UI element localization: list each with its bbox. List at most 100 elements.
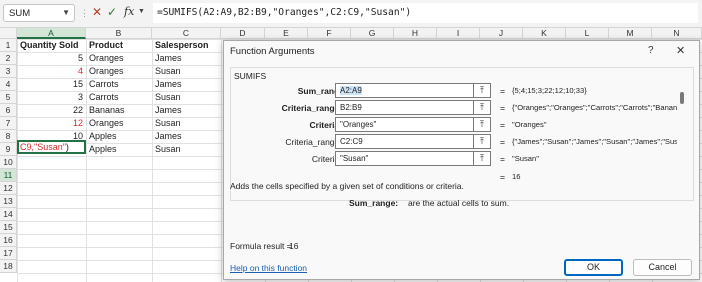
quantity-cell[interactable]: 22 [17, 104, 86, 117]
column-header-f[interactable]: F [308, 28, 351, 39]
criteria-range1-input[interactable]: B2:B9 [335, 100, 474, 115]
argument-input-text: A2:A9 [340, 86, 362, 95]
active-cell-a11[interactable]: C9,"Susan") [17, 140, 86, 154]
column-header-h[interactable]: H [394, 28, 437, 39]
column-header-a[interactable]: A [17, 28, 86, 39]
column-header-i[interactable]: I [437, 28, 480, 39]
product-cell[interactable]: Bananas [86, 104, 152, 117]
argument-value: {"Oranges";"Oranges";"Carrots";"Carrots"… [512, 103, 677, 112]
product-cell[interactable]: Apples [86, 130, 152, 143]
row-header[interactable]: 8 [0, 130, 17, 143]
criteria-range2-input[interactable]: C2:C9 [335, 134, 474, 149]
quantity-cell[interactable]: 4 [17, 65, 86, 78]
row-header[interactable]: 18 [0, 260, 17, 273]
argument-description-label: Sum_range: [349, 198, 399, 208]
equals-sign: = [500, 86, 505, 96]
column-header-d[interactable]: D [221, 28, 265, 39]
criteria2-input[interactable]: "Susan" [335, 151, 474, 166]
sum-range-input[interactable]: A2:A9 [335, 83, 474, 98]
salesperson-cell[interactable]: Susan [152, 117, 221, 130]
criteria1-input[interactable]: "Oranges" [335, 117, 474, 132]
equals-sign: = [500, 120, 505, 130]
active-cell-text: ) [65, 142, 69, 152]
product-cell[interactable]: Oranges [86, 52, 152, 65]
salesperson-cell[interactable]: James [152, 78, 221, 91]
function-arguments-dialog: Function Arguments ? ✕ SUMIFS Sum_range … [223, 40, 700, 280]
row-header[interactable]: 14 [0, 208, 17, 221]
row-header[interactable]: 3 [0, 65, 17, 78]
row-header[interactable]: 4 [0, 78, 17, 91]
close-icon[interactable]: ✕ [676, 44, 685, 57]
product-cell[interactable]: Carrots [86, 78, 152, 91]
salesperson-cell[interactable]: James [152, 52, 221, 65]
column-header-k[interactable]: K [523, 28, 566, 39]
formula-input[interactable]: =SUMIFS(A2:A9,B2:B9,"Oranges",C2:C9,"Sus… [153, 3, 698, 23]
column-header-l[interactable]: L [566, 28, 609, 39]
row-header[interactable]: 12 [0, 182, 17, 195]
row-header[interactable]: 15 [0, 221, 17, 234]
column-header-m[interactable]: M [609, 28, 652, 39]
row-header[interactable]: 6 [0, 104, 17, 117]
equals-sign: = [500, 103, 505, 113]
column-header-j[interactable]: J [480, 28, 523, 39]
collapse-ref-icon[interactable]: ⤒ [474, 100, 491, 115]
collapse-ref-icon[interactable]: ⤒ [474, 151, 491, 166]
salesperson-cell[interactable]: Susan [152, 65, 221, 78]
help-link[interactable]: Help on this function [230, 263, 307, 273]
collapse-ref-icon[interactable]: ⤒ [474, 117, 491, 132]
column-header-e[interactable]: E [265, 28, 308, 39]
argument-row-criteria-range2: Criteria_range2 C2:C9 ⤒ = {"James";"Susa… [231, 134, 691, 151]
scrollbar-thumb[interactable] [680, 92, 684, 104]
product-cell[interactable]: Carrots [86, 91, 152, 104]
row-header-selected[interactable]: 11 [0, 169, 17, 182]
ok-button[interactable]: OK [564, 259, 623, 276]
active-cell-content: C9,"Susan") [20, 142, 69, 153]
row-header[interactable]: 9 [0, 143, 17, 156]
collapse-ref-icon[interactable]: ⤒ [474, 83, 491, 98]
x-icon[interactable]: ✕ [92, 5, 102, 19]
insert-function-button[interactable]: fx [124, 5, 134, 18]
salesperson-cell[interactable]: James [152, 104, 221, 117]
salesperson-cell[interactable]: James [152, 130, 221, 143]
equals-sign: = [500, 137, 505, 147]
active-cell-text-red: C9,"Susan" [20, 142, 66, 152]
function-name: SUMIFS [234, 71, 267, 81]
formula-result-value: 16 [289, 241, 299, 251]
product-cell[interactable]: Oranges [86, 117, 152, 130]
header-cell[interactable]: Product [86, 39, 152, 52]
row-header[interactable]: 10 [0, 156, 17, 169]
salesperson-cell[interactable]: Susan [152, 91, 221, 104]
row-header[interactable]: 1 [0, 39, 17, 52]
quantity-cell[interactable]: 5 [17, 52, 86, 65]
chevron-down-icon[interactable]: ▼ [62, 8, 70, 17]
argument-value: {"James";"Susan";"James";"Susan";"James"… [512, 137, 677, 146]
argument-value: "Oranges" [512, 120, 547, 129]
row-header[interactable]: 5 [0, 91, 17, 104]
product-cell[interactable]: Oranges [86, 65, 152, 78]
collapse-ref-icon[interactable]: ⤒ [474, 134, 491, 149]
name-box[interactable]: SUM ▼ [3, 4, 75, 22]
row-header[interactable]: 7 [0, 117, 17, 130]
check-icon[interactable]: ✓ [107, 5, 117, 19]
cancel-button[interactable]: Cancel [633, 259, 692, 276]
row-header[interactable]: 17 [0, 247, 17, 260]
quantity-cell[interactable]: 3 [17, 91, 86, 104]
salesperson-cell[interactable]: Susan [152, 143, 221, 156]
quantity-cell[interactable]: 12 [17, 117, 86, 130]
column-header-g[interactable]: G [351, 28, 394, 39]
formula-bar: SUM ▼ ⋮ ✕ ✓ fx ▼ =SUMIFS(A2:A9,B2:B9,"Or… [0, 0, 702, 28]
row-header[interactable]: 13 [0, 195, 17, 208]
column-header-n[interactable]: N [652, 28, 702, 39]
header-cell[interactable]: Quantity Sold [17, 39, 86, 52]
chevron-down-icon[interactable]: ▼ [138, 8, 145, 15]
quantity-cell[interactable]: 15 [17, 78, 86, 91]
row-header[interactable]: 2 [0, 52, 17, 65]
column-header-b[interactable]: B [86, 28, 152, 39]
product-cell[interactable]: Apples [86, 143, 152, 156]
row-header[interactable]: 16 [0, 234, 17, 247]
result-equals-sign: = [500, 172, 505, 182]
column-header-c[interactable]: C [152, 28, 221, 39]
select-all-corner[interactable] [0, 28, 17, 39]
help-icon[interactable]: ? [648, 45, 654, 56]
header-cell[interactable]: Salesperson [152, 39, 221, 52]
